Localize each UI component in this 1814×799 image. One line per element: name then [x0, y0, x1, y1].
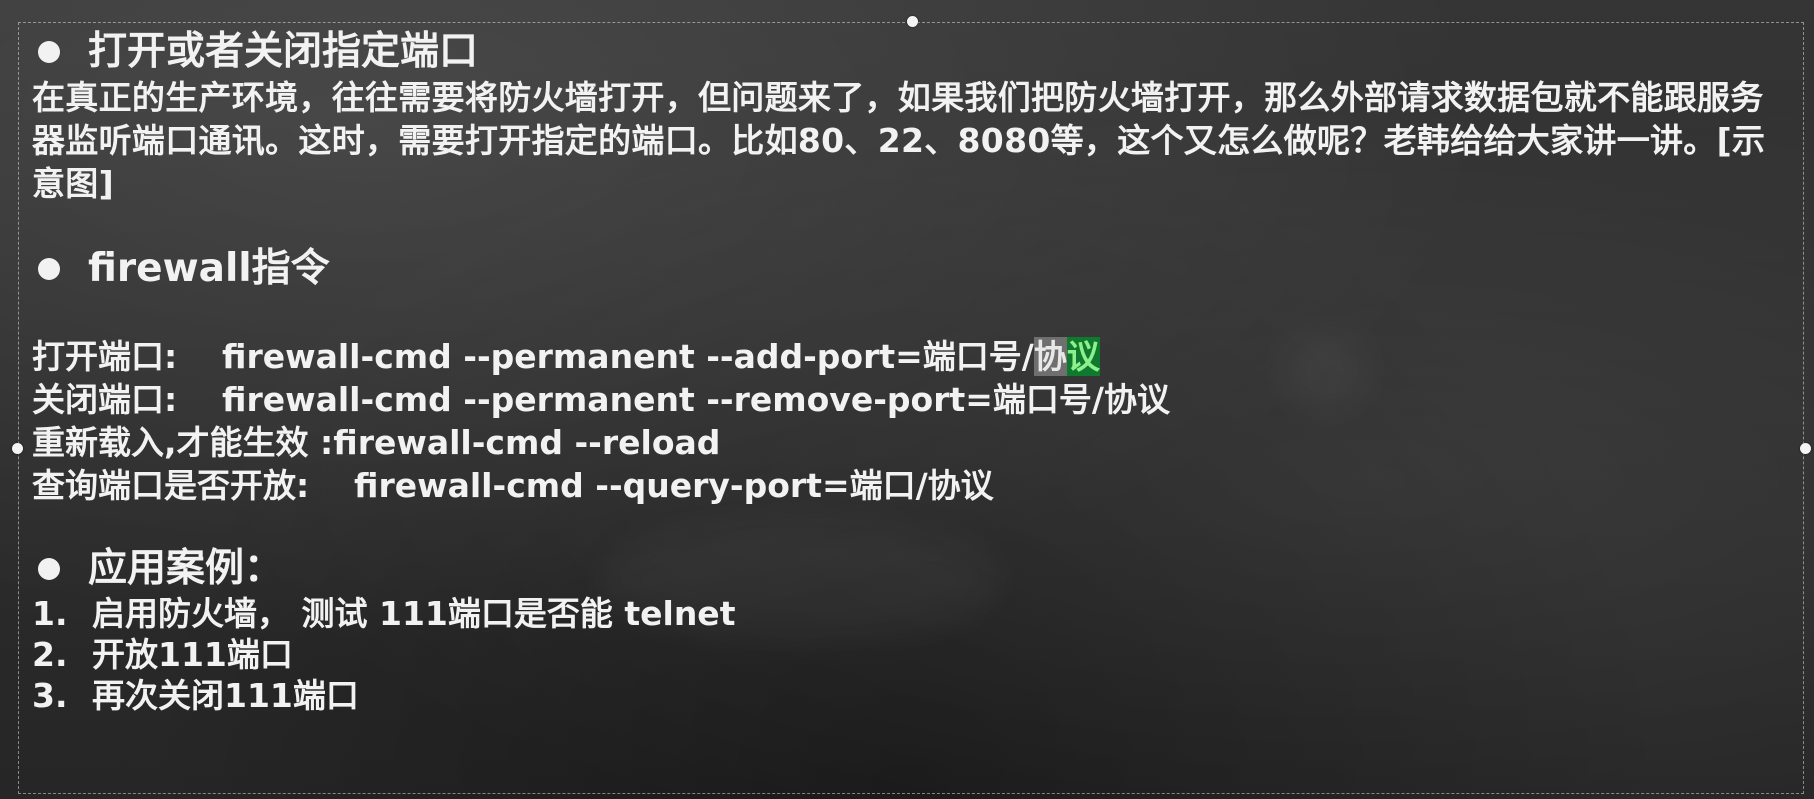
command-list: 打开端口: firewall-cmd --permanent --add-port… — [32, 335, 1792, 507]
section-heading-firewall: firewall指令 — [32, 245, 1792, 293]
section-heading-cases: 应用案例： — [32, 545, 1792, 593]
command-query-port: 查询端口是否开放: firewall-cmd --query-port=端口/协议 — [32, 464, 1792, 507]
command-text: firewall-cmd --reload — [333, 423, 721, 462]
list-item: 2. 开放111端口 — [32, 634, 1792, 675]
list-item: 3. 再次关闭111端口 — [32, 675, 1792, 716]
command-label: 打开端口: — [32, 337, 178, 376]
command-label: 关闭端口: — [32, 380, 178, 419]
highlighted-text: 议 — [1066, 337, 1100, 376]
resize-handle-left[interactable] — [12, 443, 23, 454]
list-item-text: 启用防火墙， 测试 111端口是否能 telnet — [92, 594, 736, 633]
command-text: firewall-cmd --permanent --add-port=端口号/ — [222, 337, 1034, 376]
bullet-icon — [38, 558, 60, 580]
command-text: firewall-cmd --query-port=端口/协议 — [354, 466, 994, 505]
intro-paragraph: 在真正的生产环境，往往需要将防火墙打开，但问题来了，如果我们把防火墙打开，那么外… — [32, 78, 1766, 203]
command-label: 查询端口是否开放: — [32, 466, 310, 505]
command-close-port: 关闭端口: firewall-cmd --permanent --remove-p… — [32, 378, 1792, 421]
heading-text: 应用案例： — [88, 546, 284, 591]
bullet-icon — [38, 258, 60, 280]
heading-text: 打开或者关闭指定端口 — [88, 29, 479, 74]
resize-handle-top[interactable] — [907, 16, 918, 27]
list-item-number: 2. — [32, 635, 68, 674]
section-heading-ports: 打开或者关闭指定端口 — [32, 28, 1792, 76]
list-item-number: 1. — [32, 594, 68, 633]
command-text: firewall-cmd --permanent --remove-port=端… — [222, 380, 1170, 419]
slide: 打开或者关闭指定端口 在真正的生产环境，往往需要将防火墙打开，但问题来了，如果我… — [0, 0, 1814, 799]
heading-text: firewall指令 — [88, 246, 330, 291]
list-item: 1. 启用防火墙， 测试 111端口是否能 telnet — [32, 593, 1792, 634]
list-item-number: 3. — [32, 676, 68, 715]
command-label: 重新载入,才能生效 : — [32, 423, 334, 462]
slide-content[interactable]: 打开或者关闭指定端口 在真正的生产环境，往往需要将防火墙打开，但问题来了，如果我… — [32, 28, 1792, 716]
resize-handle-right[interactable] — [1800, 443, 1811, 454]
case-list: 1. 启用防火墙， 测试 111端口是否能 telnet 2. 开放111端口 … — [32, 593, 1792, 716]
command-open-port: 打开端口: firewall-cmd --permanent --add-port… — [32, 335, 1792, 378]
command-reload: 重新载入,才能生效 :firewall-cmd --reload — [32, 421, 1792, 464]
list-item-text: 开放111端口 — [92, 635, 293, 674]
selected-text: 协 — [1033, 337, 1067, 376]
bullet-icon — [38, 41, 60, 63]
list-item-text: 再次关闭111端口 — [92, 676, 359, 715]
